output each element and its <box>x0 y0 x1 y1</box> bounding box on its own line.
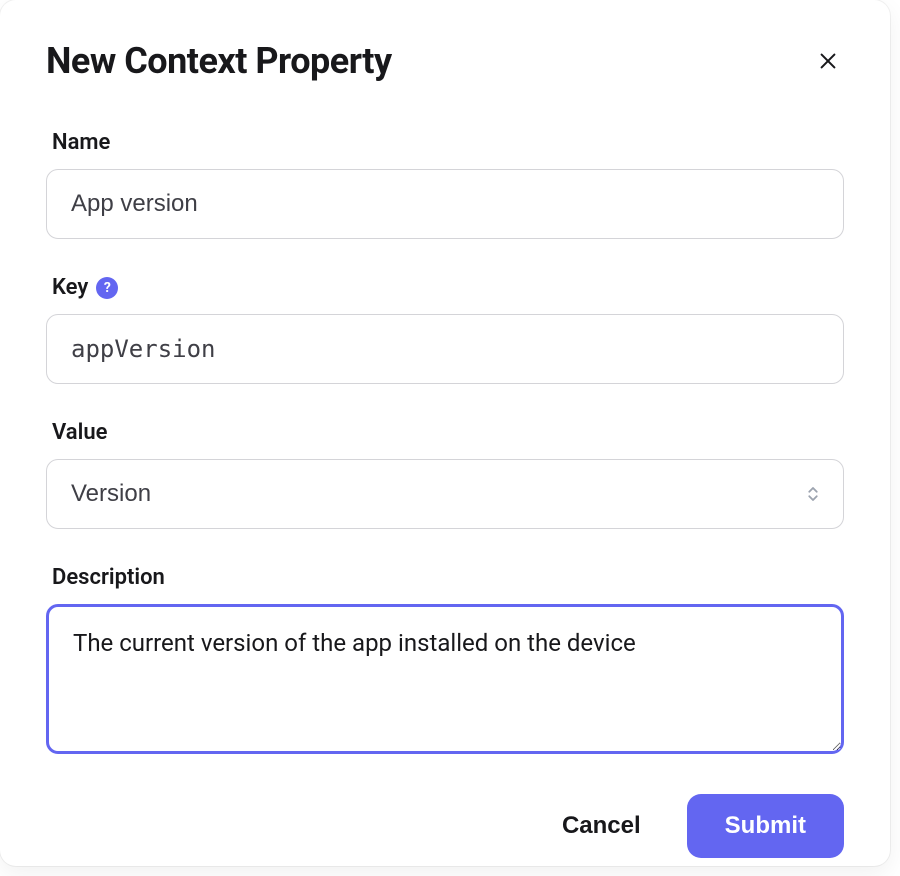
cancel-button[interactable]: Cancel <box>558 796 645 856</box>
description-textarea[interactable] <box>46 604 844 754</box>
close-icon <box>817 50 839 72</box>
name-label: Name <box>52 130 844 155</box>
value-select-wrapper: Version <box>46 459 844 529</box>
key-input[interactable] <box>46 314 844 384</box>
value-select[interactable]: Version <box>46 459 844 529</box>
value-label: Value <box>52 420 844 445</box>
description-label: Description <box>52 565 844 590</box>
key-label-row: Key ? <box>52 275 844 300</box>
key-field-group: Key ? <box>46 275 844 384</box>
modal-footer: Cancel Submit <box>46 794 844 858</box>
description-field-group: Description <box>46 565 844 758</box>
close-button[interactable] <box>812 45 844 77</box>
new-context-property-modal: New Context Property Name Key ? Value Ve… <box>0 0 890 866</box>
name-input[interactable] <box>46 169 844 239</box>
value-field-group: Value Version <box>46 420 844 529</box>
modal-header: New Context Property <box>46 40 844 82</box>
help-icon[interactable]: ? <box>96 277 118 299</box>
submit-button[interactable]: Submit <box>687 794 844 858</box>
key-label: Key <box>52 275 88 300</box>
modal-title: New Context Property <box>46 40 392 82</box>
name-field-group: Name <box>46 130 844 239</box>
